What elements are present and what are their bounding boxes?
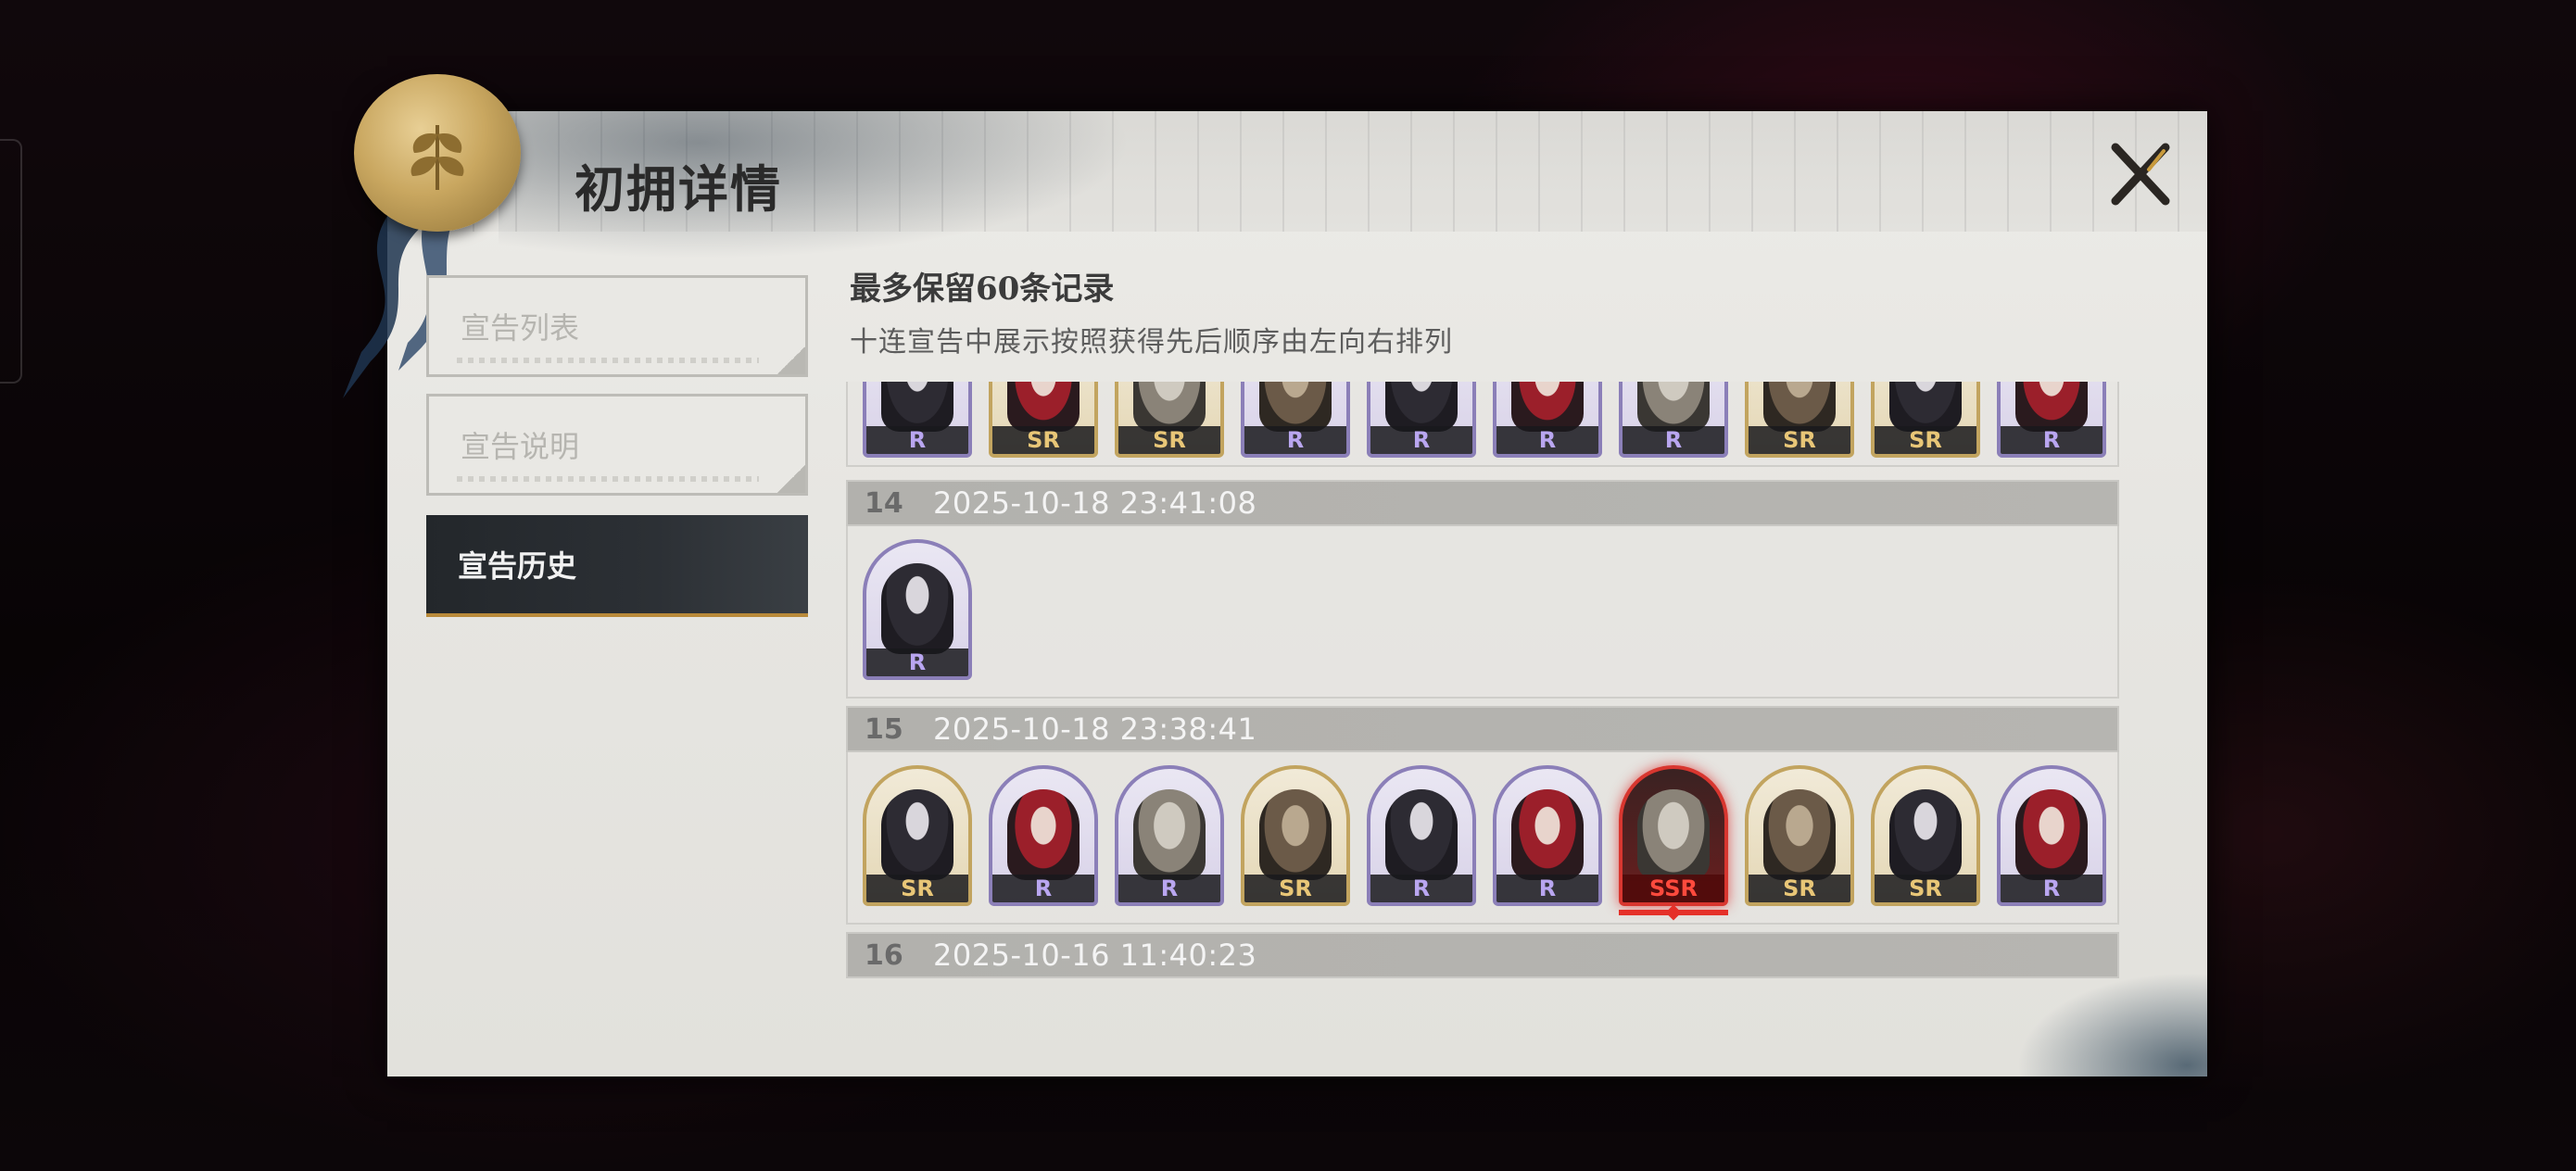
character-portrait — [2015, 382, 2088, 432]
ssr-highlight-marker — [1665, 904, 1682, 921]
rarity-label: SR — [866, 875, 968, 902]
rarity-label: R — [1118, 875, 1220, 902]
character-portrait — [881, 789, 953, 880]
rarity-label: SR — [1244, 875, 1346, 902]
character-portrait — [1637, 789, 1710, 880]
character-card-r[interactable]: R — [1493, 382, 1602, 458]
character-card-r[interactable]: R — [1997, 765, 2106, 906]
record-timestamp: 2025-10-18 23:41:08 — [933, 485, 1257, 521]
rarity-label: SSR — [1623, 875, 1724, 902]
rarity-label: SR — [1749, 426, 1850, 454]
record-card-row: R — [846, 526, 2119, 699]
dialog-title: 初拥详情 — [575, 159, 782, 219]
rarity-label: R — [1370, 426, 1472, 454]
character-portrait — [1637, 382, 1710, 432]
record-timestamp: 2025-10-18 23:38:41 — [933, 711, 1257, 747]
nav-announcement-history[interactable]: 宣告历史 — [426, 515, 808, 617]
rarity-label: SR — [992, 426, 1094, 454]
rarity-label: R — [1496, 875, 1598, 902]
rarity-label: SR — [1875, 426, 1976, 454]
character-card-ssr[interactable]: SSR — [1619, 765, 1728, 906]
record-header: 16 2025-10-16 11:40:23 — [846, 932, 2119, 978]
character-portrait — [1763, 382, 1836, 432]
record-index: 15 — [865, 712, 903, 746]
wax-seal-icon — [354, 74, 521, 232]
rarity-label: R — [866, 648, 968, 676]
character-card-r[interactable]: R — [1367, 382, 1476, 458]
close-x-icon — [2111, 143, 2170, 206]
rarity-label: R — [992, 875, 1094, 902]
rarity-label: R — [1623, 426, 1724, 454]
record-card-row: SR R R SR R R SSR SR SR R — [846, 752, 2119, 925]
character-card-r[interactable]: R — [1115, 765, 1224, 906]
character-card-r[interactable]: R — [1493, 765, 1602, 906]
character-portrait — [1259, 382, 1332, 432]
laurel-emblem-icon — [410, 125, 464, 190]
record-header: 15 2025-10-18 23:38:41 — [846, 706, 2119, 752]
rarity-label: R — [1496, 426, 1598, 454]
history-record: 14 2025-10-18 23:41:08 R — [846, 480, 2119, 699]
character-portrait — [1133, 382, 1206, 432]
record-header: 14 2025-10-18 23:41:08 — [846, 480, 2119, 526]
character-portrait — [1259, 789, 1332, 880]
character-card-r[interactable]: R — [989, 765, 1098, 906]
rarity-label: SR — [1875, 875, 1976, 902]
character-card-sr[interactable]: SR — [1241, 765, 1350, 906]
character-card-r[interactable]: R — [863, 539, 972, 680]
character-card-sr[interactable]: SR — [989, 382, 1098, 458]
history-record: 16 2025-10-16 11:40:23 — [846, 932, 2119, 978]
record-card-row: R SR SR R R R R SR SR R — [846, 382, 2119, 467]
history-info-subtitle: 十连宣告中展示按照获得先后顺序由左向右排列 — [850, 326, 1453, 359]
history-info-title: 最多保留60条记录 — [850, 271, 1115, 308]
rarity-label: R — [2001, 875, 2102, 902]
background-side-tab — [0, 139, 22, 384]
history-record-list[interactable]: R SR SR R R R R SR SR R 14 2025-10-18 23:41:08 R … — [846, 382, 2123, 980]
nav-label: 宣告说明 — [461, 429, 580, 464]
character-portrait — [1511, 382, 1584, 432]
character-portrait — [881, 563, 953, 654]
character-portrait — [1889, 382, 1962, 432]
character-card-sr[interactable]: SR — [1115, 382, 1224, 458]
character-card-sr[interactable]: SR — [1871, 382, 1980, 458]
character-portrait — [1007, 382, 1080, 432]
character-portrait — [881, 382, 953, 432]
record-index: 16 — [865, 938, 903, 972]
nav-announcement-rules[interactable]: 宣告说明 — [426, 394, 808, 496]
history-record: R SR SR R R R R SR SR R — [846, 382, 2119, 467]
history-record: 15 2025-10-18 23:38:41 SR R R SR R R SSR SR SR R — [846, 706, 2119, 925]
rarity-label: R — [1244, 426, 1346, 454]
character-card-r[interactable]: R — [1619, 382, 1728, 458]
record-index: 14 — [865, 486, 903, 520]
rarity-label: R — [2001, 426, 2102, 454]
nav-announcement-list[interactable]: 宣告列表 — [426, 275, 808, 377]
rarity-label: R — [1370, 875, 1472, 902]
character-card-sr[interactable]: SR — [863, 765, 972, 906]
character-card-r[interactable]: R — [1997, 382, 2106, 458]
character-card-r[interactable]: R — [1241, 382, 1350, 458]
nav-label: 宣告列表 — [461, 310, 580, 346]
record-timestamp: 2025-10-16 11:40:23 — [933, 938, 1257, 973]
corner-ink-splash — [2003, 965, 2207, 1077]
character-card-r[interactable]: R — [1367, 765, 1476, 906]
rarity-label: R — [866, 426, 968, 454]
character-card-r[interactable]: R — [863, 382, 972, 458]
character-portrait — [2015, 789, 2088, 880]
rarity-label: SR — [1749, 875, 1850, 902]
character-portrait — [1511, 789, 1584, 880]
character-card-sr[interactable]: SR — [1745, 765, 1854, 906]
character-portrait — [1763, 789, 1836, 880]
character-card-sr[interactable]: SR — [1745, 382, 1854, 458]
character-portrait — [1385, 382, 1458, 432]
character-card-sr[interactable]: SR — [1871, 765, 1980, 906]
character-portrait — [1385, 789, 1458, 880]
rarity-label: SR — [1118, 426, 1220, 454]
nav-label: 宣告历史 — [458, 548, 577, 584]
character-portrait — [1007, 789, 1080, 880]
close-button[interactable] — [2105, 139, 2176, 209]
character-portrait — [1889, 789, 1962, 880]
character-portrait — [1133, 789, 1206, 880]
